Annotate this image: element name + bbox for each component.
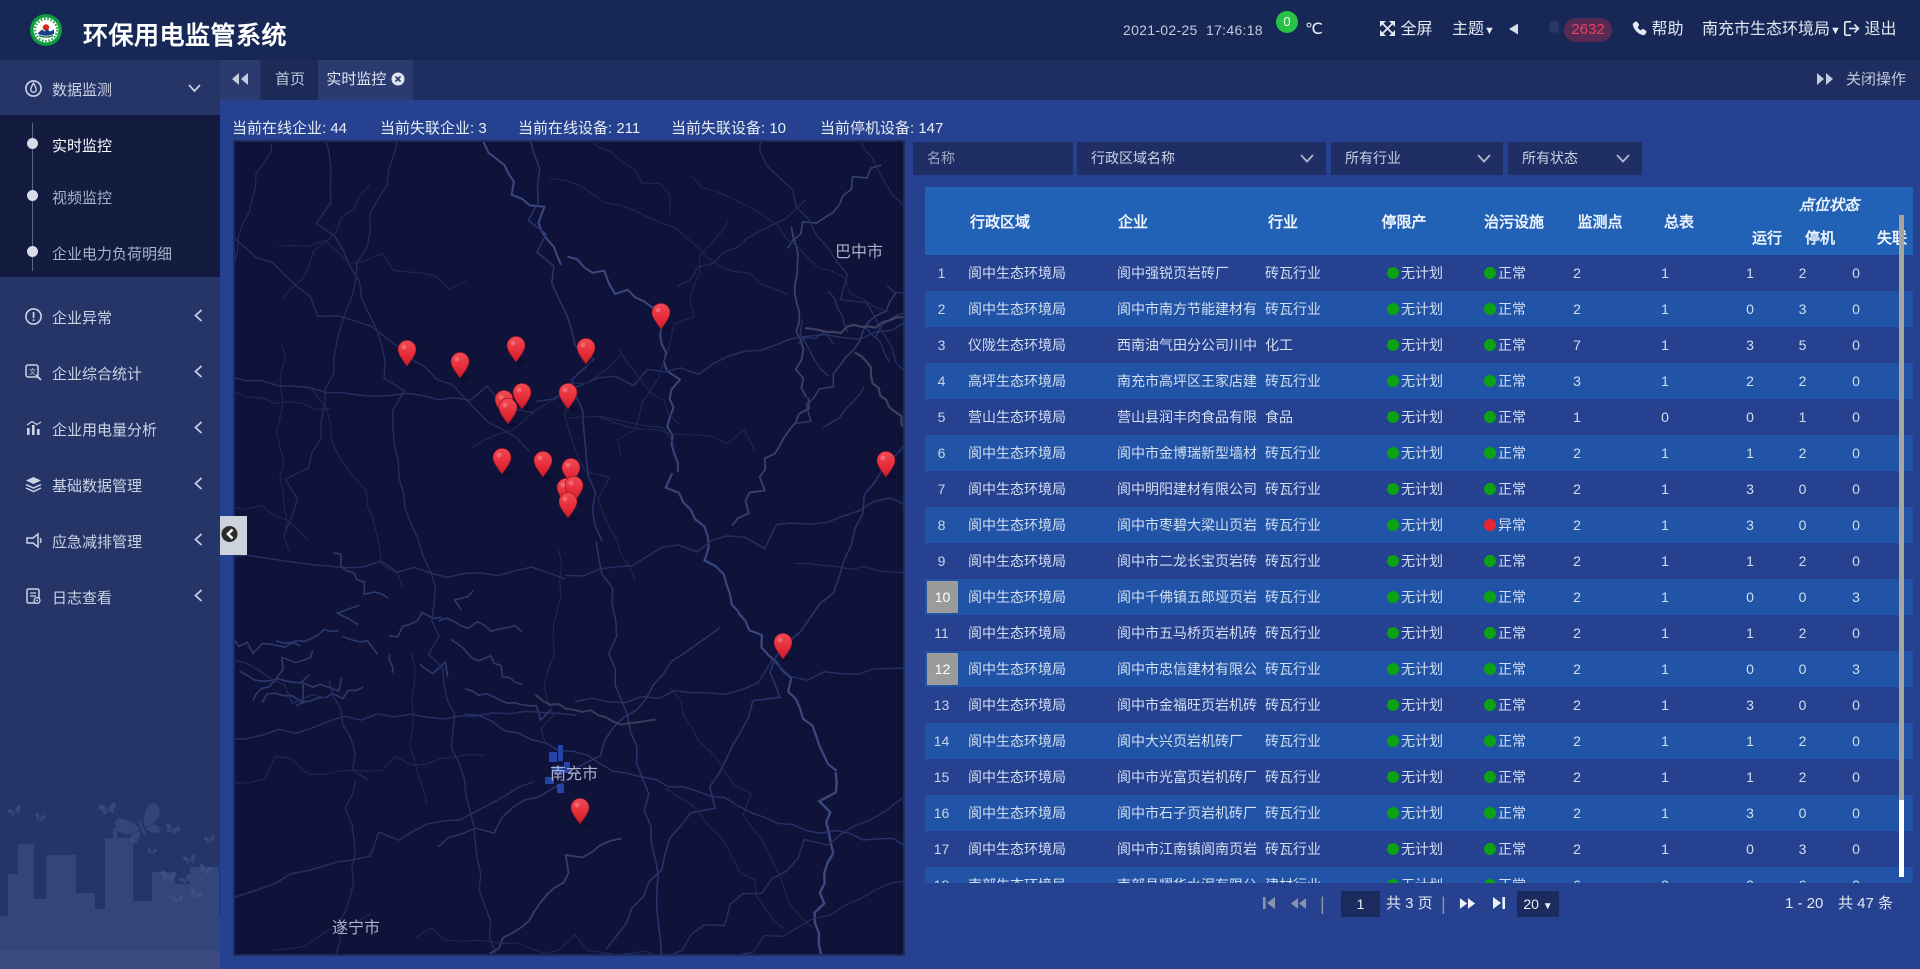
svg-text:巴中市: 巴中市 [835, 243, 883, 261]
svg-text:遂宁市: 遂宁市 [332, 919, 380, 937]
svg-text:文: 文 [29, 367, 36, 376]
svg-text:南充市: 南充市 [550, 765, 598, 783]
